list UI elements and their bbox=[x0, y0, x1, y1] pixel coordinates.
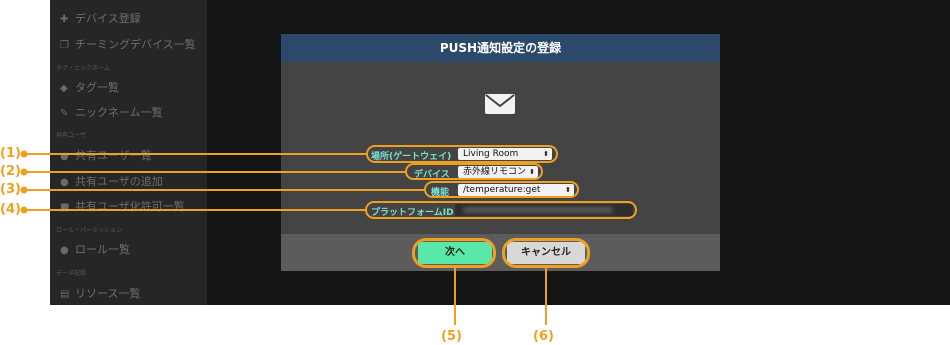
callout-3: (3) bbox=[0, 182, 21, 197]
callout-6: (6) bbox=[533, 329, 554, 344]
callout-4: (4) bbox=[0, 202, 21, 217]
callout-lines bbox=[20, 150, 547, 325]
callout-1: (1) bbox=[0, 146, 21, 161]
callout-5: (5) bbox=[441, 329, 462, 344]
callout-2: (2) bbox=[0, 164, 21, 179]
